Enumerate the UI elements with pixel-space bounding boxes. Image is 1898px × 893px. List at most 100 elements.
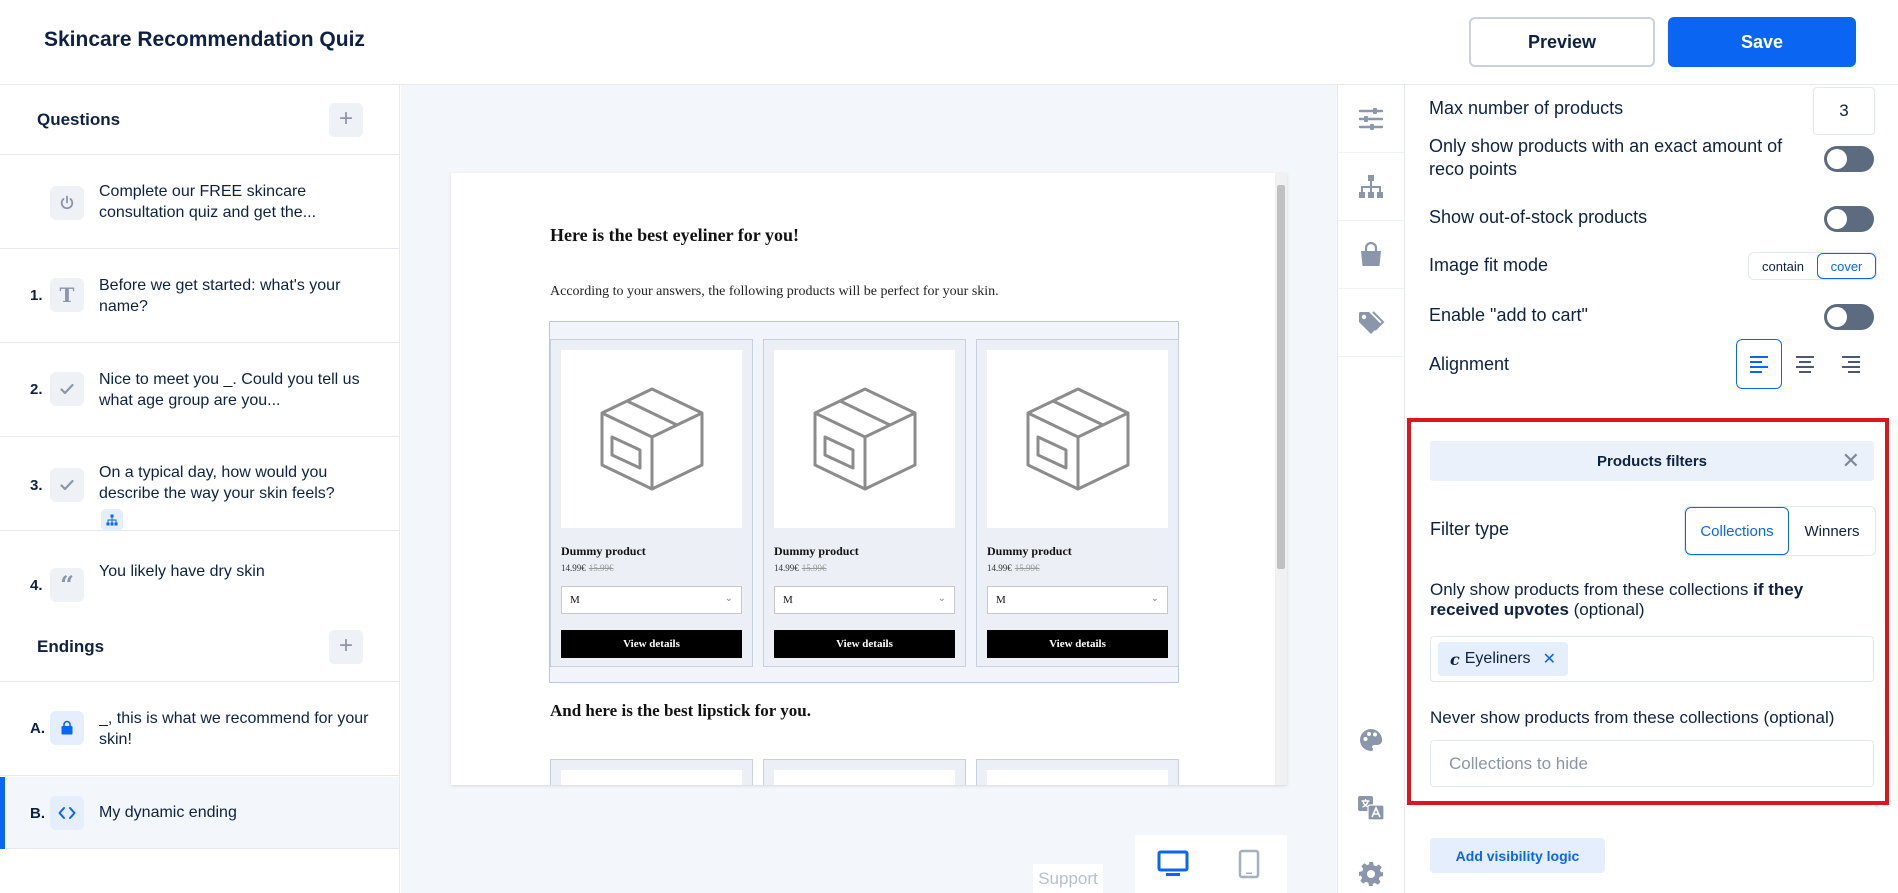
rail-logic-settings[interactable] (1338, 153, 1404, 221)
collection-tag: c Eyeliners ✕ (1438, 642, 1568, 676)
out-of-stock-row: Show out-of-stock products (1405, 206, 1898, 236)
alignment-label: Alignment (1429, 354, 1510, 374)
branching-logic-icon (101, 509, 123, 531)
label-text: Only show products from these collection… (1430, 580, 1749, 599)
desktop-view-button[interactable] (1135, 835, 1211, 893)
palette-icon (1360, 729, 1383, 751)
question-number: 4. (30, 577, 43, 594)
image-fit-cover[interactable]: cover (1817, 253, 1876, 279)
gear-icon (1359, 862, 1383, 886)
price-current: 14.99€ (987, 563, 1012, 573)
view-details-button[interactable]: View details (561, 630, 742, 658)
variant-value: M (996, 594, 1006, 606)
rail-products-settings[interactable] (1338, 221, 1404, 289)
variant-select[interactable]: M ⌄ (987, 586, 1168, 614)
scrollbar-thumb[interactable] (1277, 185, 1285, 569)
check-icon (50, 468, 84, 502)
close-icon[interactable]: ✕ (1842, 449, 1860, 473)
product-image (561, 770, 742, 785)
support-button[interactable]: Support (1033, 864, 1103, 893)
exact-points-label: Only show products with an exact amount … (1429, 136, 1783, 179)
alignment-toggle (1736, 339, 1874, 389)
chevron-down-icon: ⌄ (937, 593, 946, 604)
price-current: 14.99€ (561, 563, 586, 573)
variant-select[interactable]: M ⌄ (561, 586, 742, 614)
align-center-icon (1796, 356, 1814, 373)
question-number: 1. (30, 287, 43, 304)
add-question-button[interactable]: + (329, 103, 363, 137)
max-products-label: Max number of products (1429, 98, 1624, 118)
align-right-button[interactable] (1828, 339, 1874, 389)
variant-select[interactable]: M ⌄ (774, 586, 955, 614)
product-card (976, 759, 1179, 785)
question-item-3[interactable]: 3. On a typical day, how would you descr… (0, 437, 399, 531)
question-item-1[interactable]: 1. T Before we get started: what's your … (0, 250, 399, 343)
out-of-stock-toggle[interactable] (1824, 206, 1874, 232)
preview-heading: Here is the best eyeliner for you! (550, 225, 799, 245)
power-icon (50, 186, 84, 220)
show-collections-input[interactable]: c Eyeliners ✕ (1430, 636, 1874, 682)
add-to-cart-toggle[interactable] (1824, 304, 1874, 330)
exact-points-toggle[interactable] (1824, 146, 1874, 172)
hide-collections-label: Never show products from these collectio… (1430, 708, 1835, 727)
add-ending-button[interactable]: + (329, 630, 363, 664)
product-card: Dummy product 14.99€ 15.99€ M ⌄ View detai… (550, 339, 753, 667)
align-center-button[interactable] (1782, 339, 1828, 389)
box-icon (813, 387, 916, 491)
toggle-knob (1827, 149, 1847, 169)
rail-translation-settings[interactable] (1338, 774, 1404, 842)
endings-title: Endings (37, 637, 105, 656)
question-item-2[interactable]: 2. Nice to meet you _. Could you tell us… (0, 344, 399, 437)
intro-item[interactable]: Complete our FREE skincare consultation … (0, 156, 399, 249)
sitemap-icon (1359, 174, 1383, 198)
add-visibility-logic-button[interactable]: Add visibility logic (1430, 838, 1605, 873)
save-button[interactable]: Save (1668, 17, 1856, 67)
rail-theme-settings[interactable] (1338, 706, 1404, 774)
remove-tag-icon[interactable]: ✕ (1543, 649, 1556, 669)
ending-letter: B. (30, 805, 45, 822)
check-icon (50, 372, 84, 406)
rail-design-settings[interactable] (1338, 85, 1404, 153)
shopping-bag-icon (1361, 241, 1381, 266)
align-right-icon (1842, 356, 1860, 373)
hide-collections-input[interactable] (1430, 740, 1874, 787)
image-fit-row: Image fit mode contain cover (1405, 252, 1898, 284)
filter-type-toggle: Collections Winners (1684, 506, 1876, 556)
product-card (550, 759, 753, 785)
product-image (774, 350, 955, 528)
filter-type-collections[interactable]: Collections (1685, 507, 1789, 555)
toggle-knob (1827, 209, 1847, 229)
filter-type-winners[interactable]: Winners (1789, 507, 1875, 555)
view-details-button[interactable]: View details (774, 630, 955, 658)
settings-rail (1337, 85, 1405, 893)
align-left-button[interactable] (1736, 339, 1782, 389)
quote-icon: “ (50, 568, 84, 602)
filter-type-label: Filter type (1430, 519, 1510, 539)
max-products-input[interactable]: 3 (1813, 87, 1875, 135)
quiz-preview-frame[interactable]: Here is the best eyeliner for you! Accor… (451, 173, 1287, 785)
ending-item-b[interactable]: B. My dynamic ending (0, 777, 399, 849)
question-number: 2. (30, 381, 43, 398)
rail-general-settings[interactable] (1338, 840, 1404, 893)
preview-scrollbar[interactable] (1275, 173, 1287, 785)
image-fit-toggle: contain cover (1748, 252, 1877, 280)
preview-button[interactable]: Preview (1469, 17, 1655, 67)
tablet-view-button[interactable] (1211, 835, 1287, 893)
question-item-4[interactable]: 4. “ You likely have dry skin (0, 532, 399, 612)
product-image (561, 350, 742, 528)
toggle-knob (1827, 307, 1847, 327)
image-fit-contain[interactable]: contain (1749, 253, 1817, 279)
desktop-icon (1157, 850, 1189, 876)
product-card: Dummy product 14.99€ 15.99€ M ⌄ View detai… (976, 339, 1179, 667)
active-indicator (0, 777, 5, 849)
intro-text: Complete our FREE skincare consultation … (99, 183, 317, 221)
product-card: Dummy product 14.99€ 15.99€ M ⌄ View detai… (763, 339, 966, 667)
endings-section-header: Endings + (0, 612, 399, 682)
rail-tags-settings[interactable] (1338, 289, 1404, 357)
ending-item-a[interactable]: A. _, this is what we recommend for your… (0, 683, 399, 776)
box-icon (600, 387, 703, 491)
translate-icon (1358, 796, 1385, 821)
tablet-icon (1238, 849, 1260, 879)
view-details-button[interactable]: View details (987, 630, 1168, 658)
device-toggle (1135, 835, 1287, 893)
